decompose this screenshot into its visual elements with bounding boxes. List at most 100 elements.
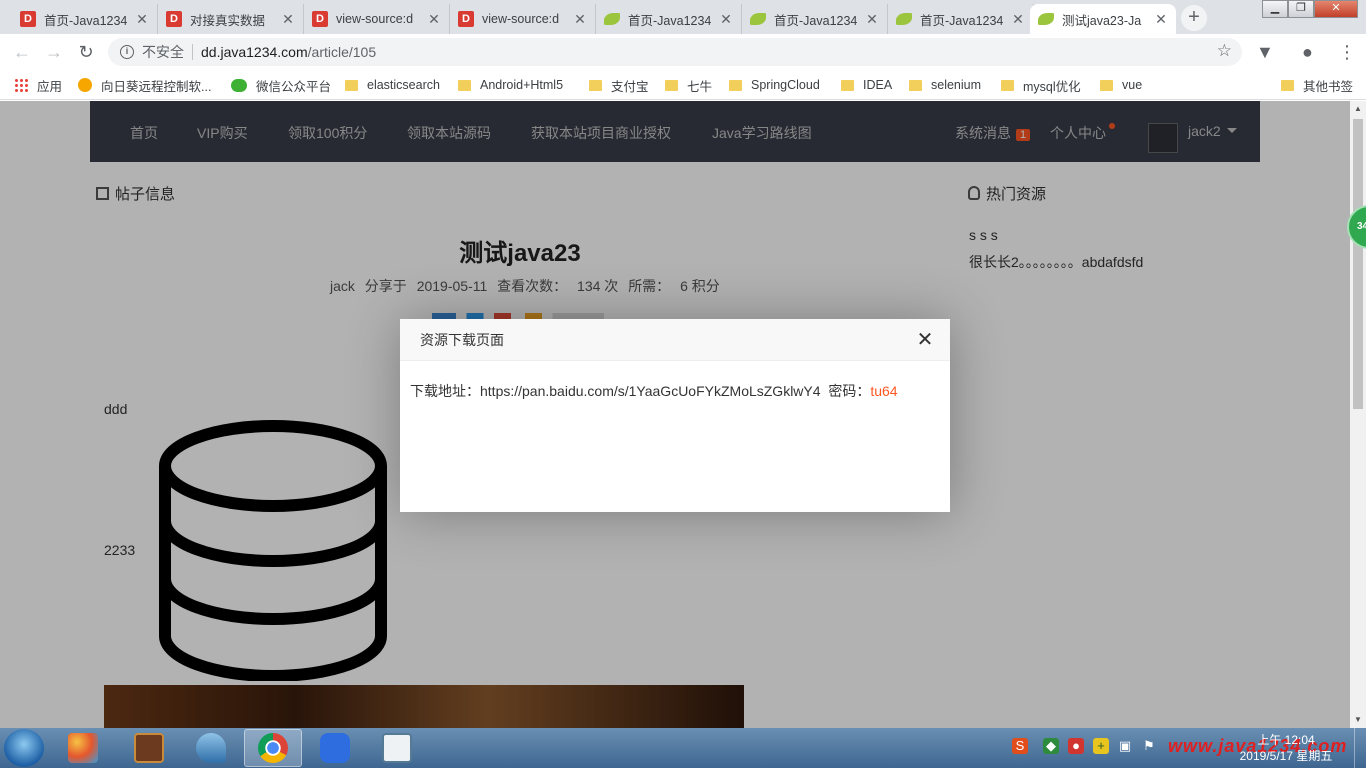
download-dialog: 资源下载页面 ✕ 下载地址：https://pan.baidu.com/s/1Y… [400,319,950,512]
tab-close-icon[interactable]: ✕ [865,11,879,28]
address-bar[interactable]: i 不安全 dd.java1234.com/article/105 ☆ [108,38,1242,66]
network-icon[interactable]: ▣ [1117,738,1133,754]
folder-icon [665,79,678,91]
bookmark-label: vue [1122,78,1143,92]
bookmarks-bar: 应用 向日葵远程控制软... 微信公众平台 elasticsearch Andr… [0,70,1366,100]
bookmark-apps[interactable]: 应用 [14,76,62,94]
apps-icon [14,78,28,92]
leaf-favicon-icon [750,13,766,25]
close-icon[interactable]: ✕ [916,330,934,350]
browser-tab[interactable]: 首页-Java1234 ✕ [742,4,888,34]
browser-tab[interactable]: D 首页-Java1234 ✕ [12,4,158,34]
browser-tab[interactable]: 首页-Java1234 ✕ [596,4,742,34]
scroll-up-icon[interactable]: ▲ [1350,101,1366,117]
sunflower-icon [78,78,92,92]
system-clock[interactable]: 上午 12:04 2019/5/17 星期五 [1236,732,1336,764]
scrollbar-thumb[interactable] [1353,119,1363,409]
tab-close-icon[interactable]: ✕ [1154,11,1168,28]
bookmark-folder[interactable]: mysql优化 [1001,76,1081,94]
tab-close-icon[interactable]: ✕ [135,11,149,28]
minimize-icon[interactable]: ▁ [1262,0,1288,18]
browser-tab-strip: D 首页-Java1234 ✕ D 对接真实数据 ✕ D view-source… [0,0,1366,34]
start-button[interactable] [4,729,44,767]
menu-kebab-icon[interactable]: ⋮ [1338,42,1356,62]
bookmark-folder[interactable]: vue [1100,76,1142,94]
password-label: 密码： [828,383,871,399]
taskbar-app-app1[interactable] [54,729,112,767]
dialog-title: 资源下载页面 [400,319,950,361]
bookmark-folder[interactable]: Android+Html5 [458,76,563,94]
bookmark-item[interactable]: 微信公众平台 [231,76,331,94]
bookmark-label: elasticsearch [367,78,440,92]
browser-tab[interactable]: D view-source:d ✕ [304,4,450,34]
flag-icon[interactable]: ⚑ [1141,738,1157,754]
sogou-icon[interactable]: S [1012,738,1028,754]
taskbar-app-notepad[interactable] [368,729,426,767]
bookmark-folder[interactable]: 支付宝 [589,76,649,94]
browser-tab-active[interactable]: 测试java23-Ja ✕ [1030,4,1176,34]
bookmark-label: 应用 [37,79,63,94]
download-url[interactable]: https://pan.baidu.com/s/1YaaGcUoFYkZMoLs… [480,383,821,399]
leaf-favicon-icon [1038,13,1054,25]
wps-icon [320,733,350,763]
browser-tab[interactable]: D view-source:d ✕ [450,4,596,34]
reload-icon[interactable]: ↻ [74,40,98,64]
bookmark-label: 微信公众平台 [256,79,332,94]
page-viewport: 首页 VIP购买 领取100积分 领取本站源码 获取本站项目商业授权 Java学… [0,101,1350,728]
taskbar-app-chrome[interactable] [244,729,302,767]
dialog-body: 下载地址：https://pan.baidu.com/s/1YaaGcUoFYk… [400,361,950,421]
taskbar-app-ide[interactable] [120,729,178,767]
windows-taskbar: S ◆ ● + ▣ ⚑ www.java1234.com 上午 12:04 20… [0,728,1366,768]
browser-tab[interactable]: D 对接真实数据 ✕ [158,4,304,34]
url-host: dd.java1234.com [201,44,308,60]
folder-icon [909,79,922,91]
tab-close-icon[interactable]: ✕ [1011,11,1025,28]
bookmark-star-icon[interactable]: ☆ [1217,41,1232,61]
back-arrow-icon[interactable]: ← [10,40,34,64]
taskbar-app-wps[interactable] [306,729,364,767]
taskbar-app-dolphin[interactable] [182,729,240,767]
security-tray-icon[interactable]: ● [1068,738,1084,754]
bookmark-label: mysql优化 [1023,79,1081,94]
tab-close-icon[interactable]: ✕ [573,11,587,28]
d-favicon-icon: D [458,11,474,27]
tab-close-icon[interactable]: ✕ [427,11,441,28]
new-tab-button[interactable]: + [1181,5,1207,31]
bookmark-folder[interactable]: 七牛 [665,76,712,94]
folder-icon [1100,79,1113,91]
password-value: tu64 [870,383,898,399]
tab-title: 首页-Java1234 [774,13,858,28]
security-label: 不安全 [142,44,184,60]
leaf-favicon-icon [604,13,620,25]
tab-close-icon[interactable]: ✕ [719,11,733,28]
info-icon[interactable]: i [120,45,134,59]
folder-icon [345,79,358,91]
bookmark-other[interactable]: 其他书签 [1281,76,1353,94]
bookmark-item[interactable]: 向日葵远程控制软... [78,76,211,94]
shield-icon[interactable]: ◆ [1043,738,1059,754]
show-desktop-button[interactable] [1354,728,1366,768]
browser-tab[interactable]: 首页-Java1234 ✕ [888,4,1034,34]
tab-close-icon[interactable]: ✕ [281,11,295,28]
bookmark-folder[interactable]: SpringCloud [729,76,820,94]
java-ide-icon [134,733,164,763]
plus-tray-icon[interactable]: + [1093,738,1109,754]
window-close-icon[interactable]: ✕ [1314,0,1358,18]
page-scrollbar[interactable]: ▲ ▼ [1350,101,1366,728]
scroll-down-icon[interactable]: ▼ [1350,712,1366,728]
maximize-icon[interactable]: ❐ [1288,0,1314,18]
bookmark-label: 七牛 [687,79,713,94]
bookmark-label: Android+Html5 [480,78,564,92]
dolphin-icon [196,733,226,763]
bookmark-label: 向日葵远程控制软... [101,79,212,94]
bookmark-folder[interactable]: selenium [909,76,981,94]
clock-date: 2019/5/17 星期五 [1239,749,1333,763]
tab-title: view-source:d [336,12,414,26]
bookmark-folder[interactable]: elasticsearch [345,76,440,94]
profile-icon[interactable]: ● [1302,42,1313,62]
tab-title: 首页-Java1234 [920,13,1004,28]
extension-icon[interactable]: ▼ [1256,42,1274,62]
bookmark-label: SpringCloud [751,78,820,92]
forward-arrow-icon[interactable]: → [42,40,66,64]
bookmark-folder[interactable]: IDEA [841,76,892,94]
